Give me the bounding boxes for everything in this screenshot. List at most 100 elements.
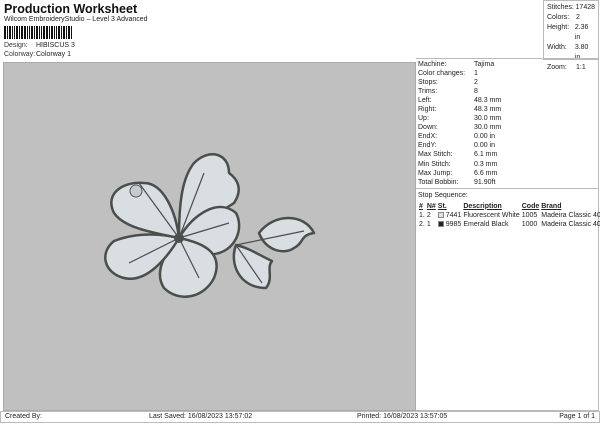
stat-row: Min Stitch: 0.3 mm: [418, 160, 596, 169]
stat-label: Left:: [418, 97, 432, 105]
stat-value: 0.00 in: [474, 133, 496, 141]
barcode-bar: [9, 26, 11, 39]
stat-value: 48.3 mm: [474, 97, 502, 105]
printed-date: Printed: 16/08/2023 13:57:05: [357, 413, 448, 420]
barcode-bar: [54, 26, 55, 39]
stat-label: Stitches:: [547, 4, 574, 11]
code: 1005: [521, 211, 538, 219]
barcode-bar: [49, 26, 50, 39]
barcode: [4, 26, 90, 39]
last-saved: Last Saved: 16/08/2023 13:57:02: [149, 413, 253, 420]
stat-row: Total Bobbin: 91.90ft: [418, 178, 596, 187]
row-index: 1.: [419, 211, 425, 219]
column-header: Description: [463, 202, 502, 210]
row-index: 2.: [419, 220, 425, 228]
column-header: #: [419, 202, 423, 210]
brand: Madeira Classic 40: [541, 220, 600, 228]
barcode-bar: [7, 26, 8, 39]
barcode-bar: [36, 26, 38, 39]
stat-row: Down: 30.0 mm: [418, 123, 596, 132]
hibiscus-embroidery-image: [104, 153, 316, 298]
colorway-row: Colorway: Colorway 1: [4, 51, 71, 58]
barcode-bar: [56, 26, 57, 39]
stat-row: EndX: 0.00 in: [418, 132, 596, 141]
stat-label: Max Stitch:: [418, 151, 453, 159]
table-row: 2. 1 9985 Emerald Black 1000 Madeira Classic…: [418, 220, 600, 229]
barcode-bar: [29, 26, 30, 39]
footer: Created By: Last Saved: 16/08/2023 13:57…: [0, 411, 600, 423]
barcode-bar: [63, 26, 65, 39]
barcode-bar: [58, 26, 60, 39]
stat-label: Right:: [418, 106, 437, 114]
stat-row: Stitches: 17428: [547, 3, 595, 13]
needle-number: 2: [426, 211, 431, 219]
barcode-bar: [24, 26, 26, 39]
colorway-label: Colorway:: [4, 51, 36, 58]
description: Emerald Black: [463, 220, 509, 228]
created-by: Created By:: [5, 413, 42, 420]
barcode-bar: [31, 26, 33, 39]
code: 1000: [521, 220, 538, 228]
barcode-bar: [46, 26, 48, 39]
barcode-bar: [51, 26, 53, 39]
stat-value: 1: [474, 70, 478, 78]
stat-value: 6.1 mm: [474, 151, 498, 159]
barcode-bar: [27, 26, 28, 39]
stitch-cell: 9985: [437, 220, 463, 229]
software-name: Wilcom EmbroideryStudio – Level 3 Advanc…: [4, 16, 148, 23]
stat-row: Max Jump: 6.6 mm: [418, 169, 596, 178]
stat-label: Machine:: [418, 61, 447, 68]
stat-row: Stops: 2: [418, 78, 596, 87]
stat-row: Max Stitch: 6.1 mm: [418, 150, 596, 159]
color-swatch: [437, 220, 444, 227]
stitch-count: 7441: [445, 211, 462, 219]
stat-label: Max Jump:: [418, 169, 453, 177]
stop-sequence-title: Stop Sequence:: [416, 187, 598, 202]
stat-label: Total Bobbin:: [418, 178, 459, 186]
design-label: Design:: [4, 42, 28, 49]
stat-value: 30.0 mm: [474, 115, 502, 123]
column-header: St.: [437, 202, 447, 210]
stitch-count: 9985: [445, 220, 462, 228]
stat-value: 2: [576, 14, 580, 21]
stat-value: 6.6 mm: [474, 169, 498, 177]
stitch-cell: 7441: [437, 211, 463, 220]
needle-number: 1: [426, 220, 431, 228]
brand: Madeira Classic 40: [541, 211, 600, 219]
stat-row: Machine: Tajima: [418, 60, 596, 69]
stat-row: Left: 48.3 mm: [418, 96, 596, 105]
stat-value: 30.0 mm: [474, 124, 502, 132]
barcode-bar: [16, 26, 18, 39]
stat-label: Height:: [547, 24, 570, 31]
stat-value: 91.90ft: [474, 178, 496, 186]
barcode-bar: [39, 26, 40, 39]
page-number: Page 1 of 1: [559, 413, 595, 420]
stat-label: EndX:: [418, 133, 438, 141]
colorway-value: Colorway 1: [36, 51, 72, 58]
barcode-bar: [41, 26, 42, 39]
stat-label: Colors:: [547, 14, 570, 21]
barcode-bar: [34, 26, 35, 39]
column-header: N#: [426, 202, 436, 210]
barcode-bar: [12, 26, 13, 39]
stat-row: Color changes: 1: [418, 69, 596, 78]
barcode-bar: [4, 26, 6, 39]
description: Fluorescent White: [463, 211, 520, 219]
machine-info: Machine: Tajima Color changes: 1 Stops: 2 Trim…: [416, 59, 598, 188]
column-header: Brand: [541, 202, 562, 210]
stat-value: 0.3 mm: [474, 160, 498, 168]
color-swatch: [437, 211, 444, 218]
stat-label: EndY:: [418, 142, 437, 150]
column-header: Code: [521, 202, 540, 210]
stat-value: 48.3 mm: [474, 106, 502, 114]
barcode-bar: [43, 26, 45, 39]
design-preview: [3, 62, 416, 411]
stop-sequence-table: # N# St. Description Code Brand 1. 2 7441 Fluor…: [418, 202, 600, 229]
stat-value: 2.36 in: [574, 24, 589, 41]
barcode-bar: [14, 26, 15, 39]
barcode-bar: [68, 26, 70, 39]
stat-label: Color changes:: [418, 70, 466, 78]
stat-row: EndY: 0.00 in: [418, 141, 596, 150]
stat-value: 17428: [575, 4, 595, 11]
stat-value: Tajima: [474, 61, 495, 68]
